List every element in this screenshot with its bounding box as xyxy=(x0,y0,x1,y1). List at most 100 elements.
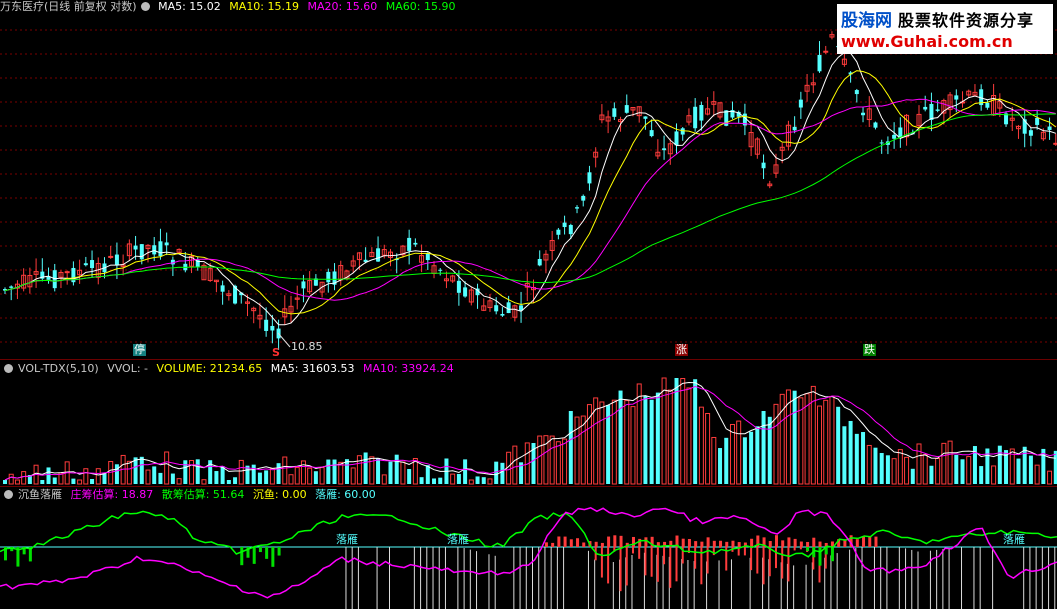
indicator-red-bar xyxy=(750,547,753,571)
candle-body xyxy=(929,103,934,120)
candle-body xyxy=(108,255,114,258)
candle-body xyxy=(923,106,928,110)
volume-bar xyxy=(432,478,437,484)
volume-bar xyxy=(817,405,823,485)
volume-bar xyxy=(630,406,636,485)
volume-pane[interactable]: VOL-TDX(5,10) VVOL: - VOLUME: 21234.65 M… xyxy=(0,360,1057,486)
price-pane[interactable]: 万东医疗(日线 前复权 对数) MA5: 15.02 MA10: 15.19 M… xyxy=(0,0,1057,360)
volume-bar xyxy=(761,410,766,484)
volume-bar xyxy=(755,426,760,484)
san-line xyxy=(0,510,1057,558)
volume-bar xyxy=(910,468,915,484)
volume-bar xyxy=(481,477,486,484)
volume-bar xyxy=(344,459,349,484)
indicator-red-bar xyxy=(576,538,580,547)
indicator-red-bar xyxy=(806,541,810,547)
stock-title[interactable]: 万东医疗(日线 前复权 对数) xyxy=(0,0,137,13)
ind-name[interactable]: 沉鱼落雁 xyxy=(18,488,62,501)
volume-bar xyxy=(711,436,717,485)
indicator-green-bar xyxy=(271,547,275,567)
volume-bar xyxy=(126,460,132,485)
volume-bar xyxy=(823,399,829,485)
candle-body xyxy=(1028,130,1033,136)
indicator-red-bar xyxy=(619,547,622,592)
price-header: 万东医疗(日线 前复权 对数) MA5: 15.02 MA10: 15.19 M… xyxy=(0,0,460,14)
volume-bar xyxy=(220,466,225,484)
volume-bar xyxy=(419,477,424,484)
volume-bar xyxy=(718,448,723,484)
candle-body xyxy=(879,142,884,144)
volume-bar xyxy=(667,389,673,485)
volume-bar xyxy=(77,479,83,485)
candle-body xyxy=(575,207,580,209)
candle-body xyxy=(587,172,592,184)
volume-bar xyxy=(381,474,387,485)
indicator-green-bar xyxy=(252,547,256,564)
ma20-label: MA20: 15.60 xyxy=(307,0,378,13)
indicator-red-bar xyxy=(719,540,723,547)
settings-dot-icon[interactable] xyxy=(4,364,13,373)
indicator-green-bar xyxy=(830,547,834,562)
indicator-red-bar xyxy=(544,542,548,547)
indicator-red-bar xyxy=(631,536,635,547)
indicator-red-bar xyxy=(694,547,697,569)
marker-luoyan-3: 落雁 xyxy=(1003,533,1025,546)
indicator-red-bar xyxy=(619,535,623,547)
volume-bar xyxy=(991,465,997,485)
ma10-label: MA10: 15.19 xyxy=(229,0,300,13)
ma5-line xyxy=(4,52,1056,326)
volume-bar xyxy=(394,454,399,484)
settings-dot-icon[interactable] xyxy=(4,490,13,499)
volume-bar xyxy=(562,438,568,485)
indicator-red-bar xyxy=(638,547,641,559)
ind-san: 散筹估算: 51.64 xyxy=(161,488,245,501)
volume-bar xyxy=(388,461,393,484)
candle-body xyxy=(83,263,88,266)
volume-bar xyxy=(842,426,847,484)
candle-body xyxy=(9,286,14,288)
indicator-red-bar xyxy=(737,542,741,547)
vol-name[interactable]: VOL-TDX(5,10) xyxy=(18,362,99,375)
indicator-green-bar xyxy=(277,547,281,556)
candle-body xyxy=(506,302,511,314)
indicator-red-bar xyxy=(731,540,735,547)
candle-body xyxy=(413,242,418,245)
candle-body xyxy=(64,271,70,274)
volume-bar xyxy=(549,435,555,485)
candle-body xyxy=(562,222,567,228)
ind-luoyan: 落雁: 60.00 xyxy=(315,488,376,501)
indicator-green-bar xyxy=(258,547,262,553)
volume-bar xyxy=(269,468,275,485)
marker-luoyan-1: 落雁 xyxy=(336,533,358,546)
indicator-red-bar xyxy=(569,539,573,547)
candle-body xyxy=(1035,117,1040,125)
indicator-red-bar xyxy=(644,537,648,547)
volume-bar xyxy=(450,473,456,485)
volume-bar xyxy=(158,472,163,484)
candle-body xyxy=(892,134,897,139)
indicator-red-bar xyxy=(712,540,716,547)
volume-bar xyxy=(935,458,941,485)
price-chart xyxy=(0,29,1057,350)
candle-body xyxy=(376,248,381,262)
volume-bar xyxy=(114,464,119,484)
volume-bar xyxy=(475,476,480,484)
volume-bar xyxy=(356,455,362,485)
candle-body xyxy=(674,131,679,146)
candle-body xyxy=(612,108,617,117)
indicator-red-bar xyxy=(706,537,710,547)
candle-body xyxy=(935,109,940,111)
indicator-pane[interactable]: 沉鱼落雁 庄筹估算: 18.87 散筹估算: 51.64 沉鱼: 0.00 落雁… xyxy=(0,487,1057,609)
volume-bar xyxy=(214,471,219,484)
settings-dot-icon[interactable] xyxy=(140,2,150,11)
volume-bar xyxy=(257,472,262,484)
volume-bar xyxy=(897,449,903,485)
candle-body xyxy=(326,271,331,283)
indicator-red-bar xyxy=(625,547,628,586)
ma5-label: MA5: 15.02 xyxy=(158,0,221,13)
volume-bar xyxy=(494,461,499,484)
indicator-red-bar xyxy=(793,538,797,547)
candle-body xyxy=(662,148,667,151)
candle-body xyxy=(220,285,225,292)
candle-body xyxy=(270,325,275,331)
